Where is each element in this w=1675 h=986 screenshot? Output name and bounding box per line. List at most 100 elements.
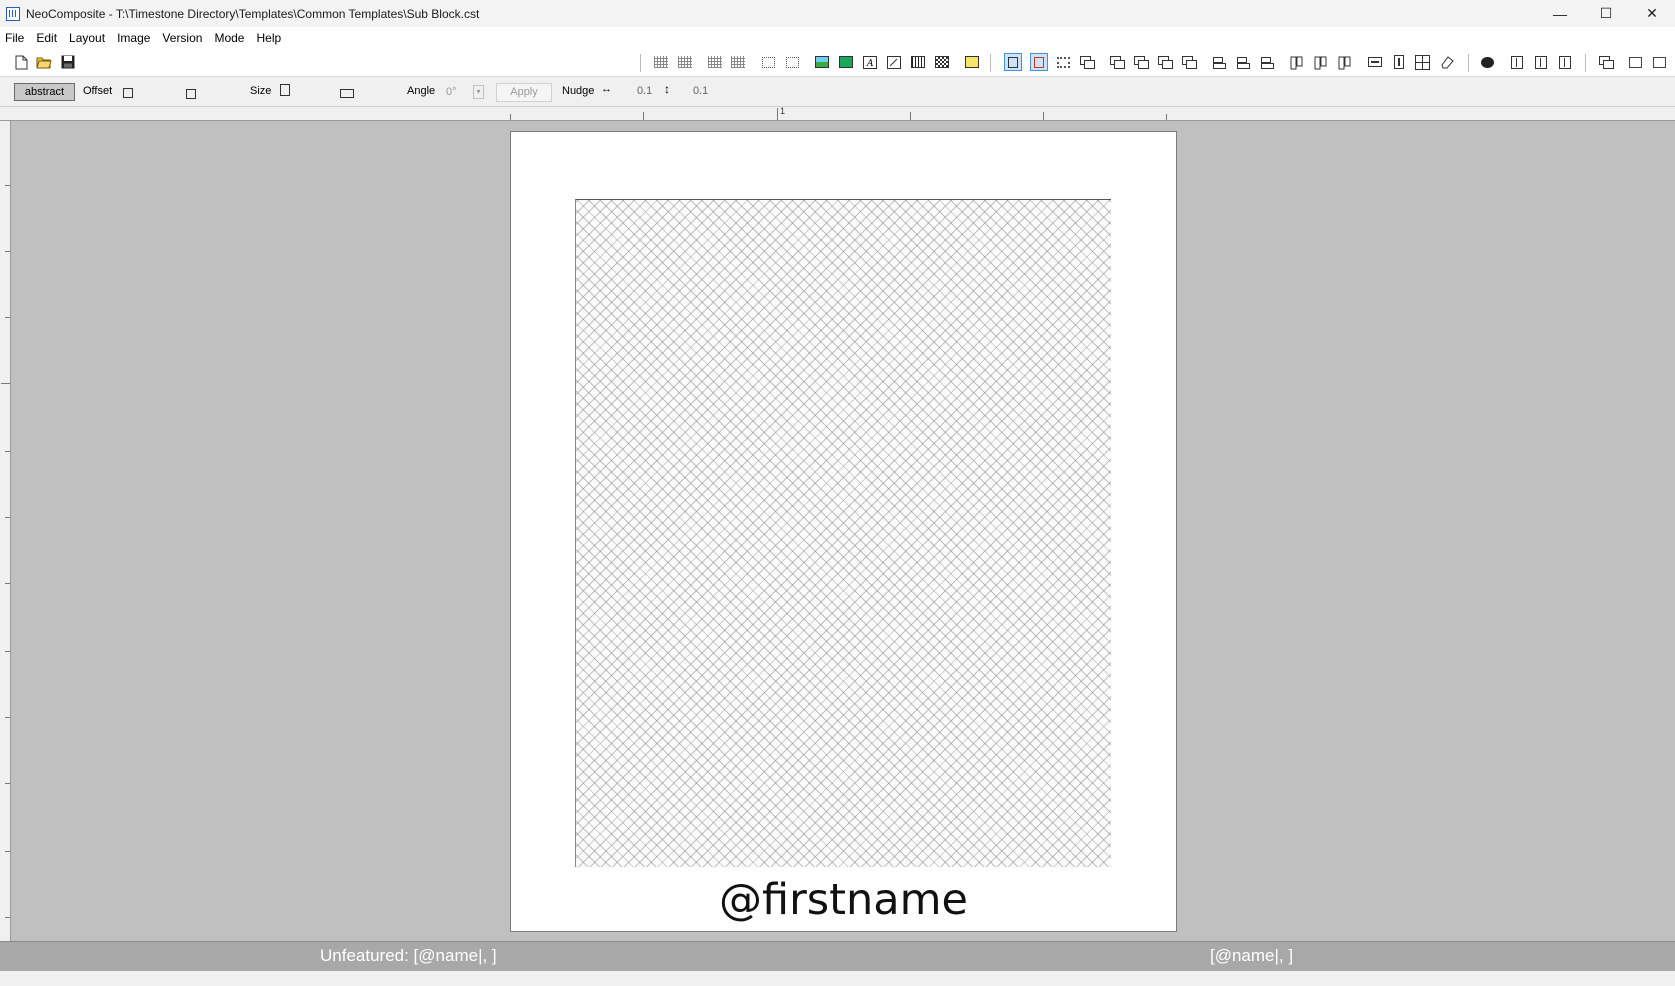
nudge-vertical-value[interactable]: 0.1 (693, 85, 708, 97)
close-button[interactable]: ✕ (1629, 0, 1675, 27)
barcode-icon[interactable] (910, 54, 926, 70)
text-a-icon[interactable]: A (862, 54, 878, 70)
menu-layout[interactable]: Layout (69, 31, 105, 45)
status-name: [@name|, ] (1210, 946, 1294, 965)
size-height-field[interactable] (296, 83, 336, 101)
image-frame-icon[interactable] (814, 54, 830, 70)
distribute-bottom-icon[interactable] (1557, 54, 1573, 70)
app-icon (6, 6, 20, 21)
design-canvas[interactable]: @firstname (11, 121, 1675, 941)
empty-frame-icon[interactable] (784, 54, 800, 70)
paint-icon[interactable] (1479, 54, 1495, 70)
horizontal-ruler: 1 (0, 106, 1675, 121)
bring-to-front-icon[interactable] (1157, 54, 1173, 70)
new-file-icon[interactable] (13, 54, 29, 70)
apply-button[interactable]: Apply (496, 83, 552, 102)
menu-mode[interactable]: Mode (214, 31, 244, 45)
bring-forward-icon[interactable] (1109, 54, 1125, 70)
menu-version[interactable]: Version (162, 31, 202, 45)
size-width-icon (340, 89, 354, 98)
nudge-label: Nudge (562, 85, 595, 97)
ruler-number: 1 (780, 106, 786, 116)
open-folder-icon[interactable] (36, 54, 52, 70)
same-size-icon[interactable] (1414, 54, 1430, 70)
toolbar: A (0, 49, 1675, 77)
window-controls: — ☐ ✕ (1537, 0, 1675, 27)
align-right-icon[interactable] (1259, 54, 1275, 70)
properties-bar: abstract Offset Size Angle 0° ▾ Apply Nu… (0, 77, 1675, 107)
size-width-field[interactable] (360, 83, 396, 101)
ruler-tick (643, 112, 644, 120)
split-frame-icon[interactable] (1030, 53, 1048, 71)
offset-x-icon (123, 88, 133, 98)
vertical-ruler (0, 121, 11, 941)
minimize-button[interactable]: — (1537, 0, 1583, 27)
send-backward-icon[interactable] (1133, 54, 1149, 70)
send-to-back-icon[interactable] (1181, 54, 1197, 70)
dotted-grid-icon[interactable] (1055, 54, 1071, 70)
distribute-middle-icon[interactable] (1533, 54, 1549, 70)
size-label: Size (250, 85, 272, 97)
ruler-tick (5, 583, 10, 584)
template-page[interactable]: @firstname (510, 131, 1177, 932)
same-width-icon[interactable] (1367, 54, 1383, 70)
status-bar: Unfeatured: [@name|, ] [@name|, ] (0, 941, 1675, 971)
abstract-mode-button[interactable]: abstract (14, 83, 75, 101)
ruler-tick (5, 783, 10, 784)
maximize-button[interactable]: ☐ (1583, 0, 1629, 27)
edit-image-icon[interactable] (886, 54, 902, 70)
menu-help[interactable]: Help (256, 31, 281, 45)
align-top-icon[interactable] (1289, 54, 1305, 70)
eraser-icon[interactable] (1439, 54, 1455, 70)
ruler-tick (5, 451, 10, 452)
ruler-tick (1, 383, 10, 384)
qr-code-icon[interactable] (934, 54, 950, 70)
align-center-icon[interactable] (1235, 54, 1251, 70)
distribute-top-icon[interactable] (1509, 54, 1525, 70)
size-height-icon (280, 84, 290, 96)
menu-image[interactable]: Image (117, 31, 150, 45)
tag-icon[interactable] (964, 54, 980, 70)
ruler-tick (777, 108, 778, 120)
same-height-icon[interactable] (1391, 54, 1407, 70)
text-frame-icon[interactable] (760, 54, 776, 70)
ruler-tick (5, 851, 10, 852)
print-icon[interactable] (1598, 54, 1614, 70)
nudge-horizontal-value[interactable]: 0.1 (637, 85, 652, 97)
deselect-grid-icon[interactable] (677, 54, 693, 70)
menu-file[interactable]: File (5, 31, 24, 45)
window-icon[interactable] (1627, 54, 1643, 70)
angle-label: Angle (407, 85, 436, 97)
ruler-tick (5, 317, 10, 318)
color-frame-icon[interactable] (838, 54, 854, 70)
ruler-tick (1166, 114, 1167, 120)
save-icon[interactable] (60, 54, 76, 70)
bottom-strip (0, 971, 1675, 986)
nudge-vertical-icon: ↕ (664, 82, 670, 96)
ruler-tick (5, 651, 10, 652)
select-grid-icon[interactable] (653, 54, 669, 70)
angle-dropdown[interactable]: ▾ (473, 85, 484, 99)
align-bottom-icon[interactable] (1337, 54, 1353, 70)
group-frames-icon[interactable] (1079, 54, 1095, 70)
offset-x-field[interactable] (140, 83, 180, 101)
offset-y-field[interactable] (200, 83, 240, 101)
ruler-tick (5, 517, 10, 518)
firstname-field[interactable]: @firstname (511, 875, 1176, 925)
align-left-icon[interactable] (1211, 54, 1227, 70)
align-middle-icon[interactable] (1313, 54, 1329, 70)
toolbar-separator (1585, 54, 1586, 72)
ruler-tick (5, 917, 10, 918)
status-unfeatured: Unfeatured: [@name|, ] (320, 946, 497, 965)
title-bar: NeoComposite - T:\Timestone Directory\Te… (0, 0, 1675, 27)
frame-mode-icon[interactable] (1004, 53, 1022, 71)
menu-edit[interactable]: Edit (36, 31, 57, 45)
window-title: NeoComposite - T:\Timestone Directory\Te… (26, 6, 480, 21)
window-alt-icon[interactable] (1651, 54, 1667, 70)
image-placeholder-frame[interactable] (575, 199, 1111, 867)
row-grid-icon[interactable] (707, 54, 723, 70)
ruler-tick (510, 114, 511, 120)
column-grid-icon[interactable] (730, 54, 746, 70)
offset-y-icon (186, 89, 196, 99)
toolbar-separator (640, 54, 641, 72)
